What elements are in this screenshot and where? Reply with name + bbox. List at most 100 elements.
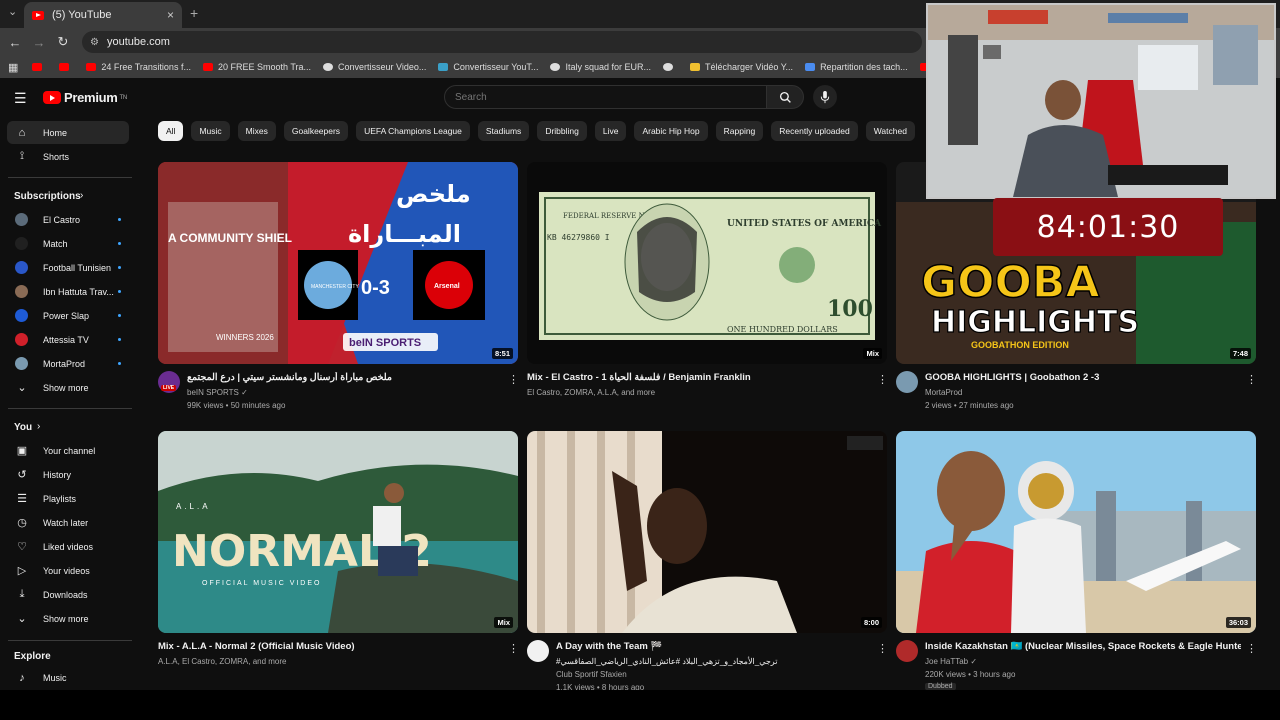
sidebar-item-label: El Castro <box>43 214 81 225</box>
channel-name[interactable]: A.L.A, El Castro, ZOMRA, and more <box>158 657 286 666</box>
bookmark-item[interactable]: 20 FREE Smooth Tra... <box>202 62 311 72</box>
channel-avatar[interactable] <box>896 640 918 662</box>
filter-chip[interactable]: UEFA Champions League <box>356 121 470 141</box>
video-thumbnail[interactable]: FEDERAL RESERVE NOTE UNITED STATES OF AM… <box>527 162 887 364</box>
video-title[interactable]: Inside Kazakhstan 🇰🇿 (Nuclear Missiles, … <box>925 641 1241 652</box>
sidebar-item[interactable]: Ibn Hattuta Trav... <box>7 280 129 303</box>
filter-chip[interactable]: Live <box>594 121 627 141</box>
filter-chip[interactable]: All <box>158 121 184 141</box>
watch-later-icon: ◷ <box>17 517 27 529</box>
sidebar-item[interactable]: Power Slap <box>7 304 129 327</box>
filter-chip[interactable]: Stadiums <box>477 121 530 141</box>
more-actions-icon[interactable]: ⋮ <box>1246 642 1257 655</box>
sidebar-item[interactable]: MortaProd <box>7 352 129 375</box>
filter-chip[interactable]: Rapping <box>715 121 764 141</box>
video-hashtags[interactable]: #ترجي_الأمجاد_و_تزهي_البلاد #عائش_النادي… <box>556 657 777 666</box>
bookmark-item[interactable]: 24 Free Transitions f... <box>86 62 191 72</box>
menu-icon[interactable]: ☰ <box>14 90 27 107</box>
channel-avatar[interactable] <box>527 640 549 662</box>
video-title[interactable]: A Day with the Team 🏁 <box>556 641 662 652</box>
sidebar: ⌂ Home ⟟ Shorts Subscriptions › El Castro Match… <box>0 118 140 690</box>
sidebar-item-label: MortaProd <box>43 358 86 369</box>
search-button[interactable] <box>766 85 804 109</box>
channel-avatar[interactable]: LIVE <box>158 371 180 393</box>
bookmark-item[interactable]: Italy squad for EUR... <box>550 62 651 72</box>
sidebar-divider <box>8 177 132 178</box>
youtube-premium-logo[interactable]: Premium TN <box>43 90 127 105</box>
sidebar-item[interactable]: ◷ Watch later <box>7 511 129 534</box>
you-heading[interactable]: You <box>14 422 32 433</box>
more-actions-icon[interactable]: ⋮ <box>877 373 888 386</box>
sidebar-item[interactable]: ⟟ Shorts <box>7 145 129 168</box>
thumb-highlights: HIGHLIGHTS <box>931 305 1139 340</box>
filter-chip[interactable]: Music <box>191 121 230 141</box>
more-actions-icon[interactable]: ⋮ <box>508 373 519 386</box>
address-bar[interactable]: ⚙ youtube.com <box>82 31 922 53</box>
tab-close-icon[interactable]: × <box>167 8 174 22</box>
video-thumbnail[interactable]: ملخص المبـــاراة A COMMUNITY SHIEL WINNE… <box>158 162 518 364</box>
sidebar-item[interactable]: ♪ Music <box>7 666 129 689</box>
filter-chip[interactable]: Dribbling <box>537 121 587 141</box>
live-badge: LIVE <box>161 385 177 391</box>
sidebar-item[interactable]: ⌄ Show more <box>7 607 129 630</box>
bottom-letterbox <box>0 690 1280 720</box>
sidebar-item-label: Playlists <box>43 493 77 504</box>
channel-avatar[interactable] <box>896 371 918 393</box>
bookmark-item[interactable] <box>59 63 74 71</box>
sidebar-item[interactable]: Attessia TV <box>7 328 129 351</box>
filter-chip[interactable]: Arabic Hip Hop <box>634 121 708 141</box>
browser-tab[interactable]: (5) YouTube × <box>24 2 182 28</box>
subscriptions-heading[interactable]: Subscriptions <box>14 191 81 202</box>
apps-grid-icon[interactable]: ▦ <box>8 61 18 74</box>
channel-name[interactable]: beIN SPORTS ✓ <box>187 388 248 397</box>
forward-icon[interactable]: → <box>27 35 51 50</box>
sidebar-item[interactable]: Football Tunisien <box>7 256 129 279</box>
video-stats: 2 views • 27 minutes ago <box>925 401 1014 410</box>
more-actions-icon[interactable]: ⋮ <box>508 642 519 655</box>
sidebar-item[interactable]: ▷ Your videos <box>7 559 129 582</box>
sidebar-item[interactable]: ☰ Playlists <box>7 487 129 510</box>
video-title[interactable]: ملخص مباراة أرسنال ومانشستر سيتي | درع ا… <box>187 372 392 383</box>
bookmark-item[interactable] <box>32 63 47 71</box>
voice-search-button[interactable] <box>813 85 837 109</box>
sidebar-item[interactable]: El Castro <box>7 208 129 231</box>
sidebar-item[interactable]: Match <box>7 232 129 255</box>
sidebar-item[interactable]: ⌄ Show more <box>7 376 129 399</box>
bookmark-label: 24 Free Transitions f... <box>101 62 191 72</box>
site-info-icon[interactable]: ⚙ <box>90 37 99 48</box>
bookmark-item[interactable] <box>663 63 678 71</box>
channel-name[interactable]: MortaProd <box>925 388 962 397</box>
filter-chip[interactable]: Recently uploaded <box>771 121 858 141</box>
sidebar-item[interactable]: ⌂ Home <box>7 121 129 144</box>
tab-search-icon[interactable]: ⌄ <box>8 5 17 18</box>
filter-chip[interactable]: Mixes <box>237 121 276 141</box>
more-actions-icon[interactable]: ⋮ <box>1246 373 1257 386</box>
history-icon: ↺ <box>17 469 27 481</box>
sidebar-item[interactable]: ↺ History <box>7 463 129 486</box>
bookmark-item[interactable]: Repartition des tach... <box>805 62 908 72</box>
reload-icon[interactable]: ↻ <box>51 34 75 50</box>
sidebar-item[interactable]: ▣ Your channel <box>7 439 129 462</box>
thumb-winners: WINNERS 2026 <box>216 333 274 342</box>
back-icon[interactable]: ← <box>3 35 27 50</box>
channel-name[interactable]: El Castro, ZOMRA, A.L.A, and more <box>527 388 655 397</box>
video-thumbnail[interactable]: 36:03 <box>896 431 1256 633</box>
bookmark-item[interactable]: Télécharger Vidéo Y... <box>690 62 793 72</box>
bookmark-item[interactable]: Convertisseur YouT... <box>438 62 538 72</box>
video-title[interactable]: GOOBA HIGHLIGHTS | Goobathon 2 -3 <box>925 372 1099 383</box>
video-title[interactable]: Mix - El Castro - 1 فلسفة الحياة / Benja… <box>527 372 751 383</box>
channel-name[interactable]: Joe HaTTab ✓ <box>925 657 977 666</box>
video-thumbnail[interactable]: A.L.A NORMAL 2 OFFICIAL MUSIC VIDEO Mix <box>158 431 518 633</box>
search-input[interactable] <box>455 91 766 103</box>
sidebar-item[interactable]: ⤓ Downloads <box>7 583 129 606</box>
video-thumbnail[interactable]: 8:00 <box>527 431 887 633</box>
search-box[interactable] <box>444 85 767 109</box>
sidebar-item[interactable]: ♡ Liked videos <box>7 535 129 558</box>
channel-name[interactable]: Club Sportif Sfaxien <box>556 670 627 679</box>
video-title[interactable]: Mix - A.L.A - Normal 2 (Official Music V… <box>158 641 355 652</box>
filter-chip[interactable]: Watched <box>865 121 915 141</box>
filter-chip[interactable]: Goalkeepers <box>283 121 349 141</box>
new-tab-button[interactable]: + <box>190 5 198 21</box>
bookmark-item[interactable]: Convertisseur Video... <box>323 62 426 72</box>
more-actions-icon[interactable]: ⋮ <box>877 642 888 655</box>
